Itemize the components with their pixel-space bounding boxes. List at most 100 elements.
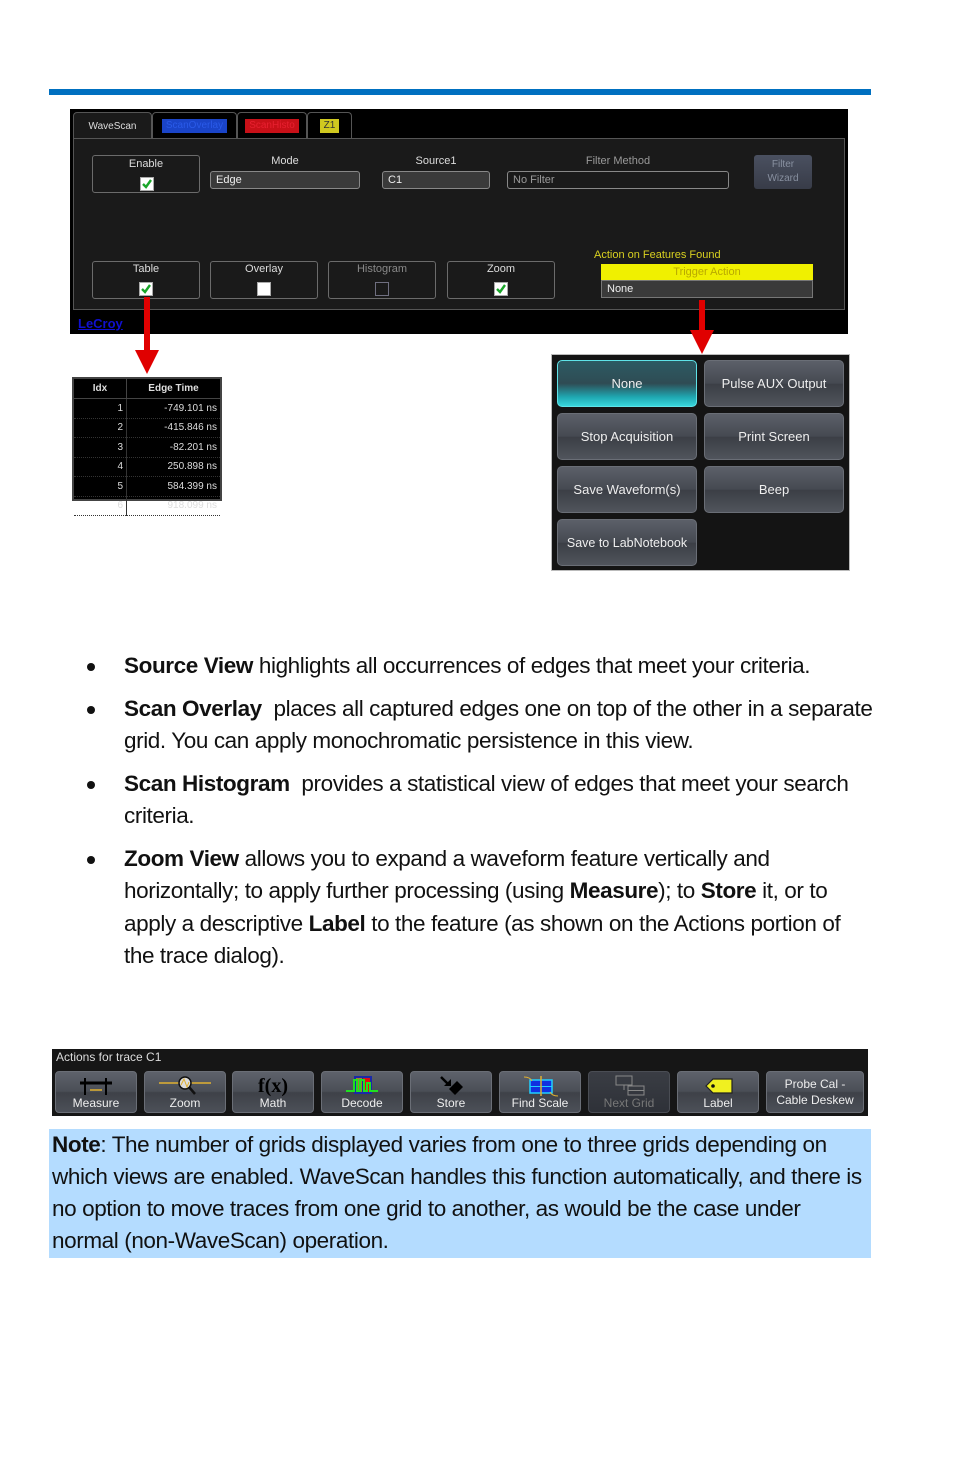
enable-checkbox-group[interactable]: Enable [92, 155, 200, 193]
filter-method-select[interactable]: No Filter [507, 171, 729, 189]
button-label: Math [259, 1096, 287, 1110]
cell-edge-time: 584.399 ns [126, 476, 220, 497]
bullet-icon [87, 663, 95, 671]
label-icon [705, 1078, 733, 1094]
button-label: None [611, 376, 643, 391]
table-row: 1 -749.101 ns [74, 398, 220, 419]
check-icon [496, 284, 506, 294]
filter-wizard-button[interactable]: Filter Wizard [754, 155, 812, 189]
decode-icon [346, 1076, 378, 1094]
button-label: Store [436, 1096, 466, 1110]
tab-scan-overlay[interactable]: ScanOverlay [152, 112, 237, 139]
cell-edge-time: 918.099 ns [126, 496, 220, 516]
arrow-head-icon [135, 350, 159, 374]
mode-label: Mode [271, 155, 299, 167]
store-icon [440, 1076, 463, 1095]
action-beep-button[interactable]: Beep [704, 466, 844, 513]
bullet-term: Zoom View [124, 845, 239, 871]
bullet-term: Source View [124, 653, 253, 678]
button-label: Print Screen [738, 429, 810, 444]
trigger-action-header: Trigger Action [601, 264, 813, 280]
action-pulse-aux-button[interactable]: Pulse AUX Output [704, 360, 844, 407]
dialog-body: Enable Mode Edge Source1 C1 Filter Metho… [73, 138, 845, 310]
button-label-line2: Cable Deskew [776, 1093, 854, 1107]
zoom-view-toggle[interactable]: Zoom [447, 261, 555, 299]
zoom-checkbox[interactable] [494, 282, 508, 296]
overlay-checkbox[interactable] [257, 282, 271, 296]
action-save-waveforms-button[interactable]: Save Waveform(s) [557, 466, 697, 513]
overlay-label: Overlay [245, 263, 283, 275]
filter-wizard-line2: Wizard [767, 173, 799, 184]
column-header-edge-time: Edge Time [126, 379, 220, 399]
tab-label: Z1 [319, 119, 340, 133]
table-checkbox[interactable] [139, 282, 153, 296]
next-grid-button[interactable]: Next Grid [588, 1071, 670, 1113]
note-box: Note: The number of grids displayed vari… [49, 1129, 871, 1258]
overlay-view-toggle[interactable]: Overlay [210, 261, 318, 299]
tab-scan-histo[interactable]: ScanHisto [237, 112, 307, 139]
list-item: Scan Overlay places all captured edges o… [85, 693, 875, 758]
label-button[interactable]: Label [677, 1071, 759, 1113]
bullet-emphasis: Store [700, 878, 757, 903]
action-stop-acquisition-button[interactable]: Stop Acquisition [557, 413, 697, 460]
table-row: 3 -82.201 ns [74, 437, 220, 458]
table-label: Table [132, 263, 160, 275]
arrow-to-table [144, 297, 150, 354]
button-label: Save to LabNotebook [566, 535, 688, 550]
cell-idx: 4 [74, 457, 127, 477]
action-save-labnotebook-button[interactable]: Save to LabNotebook [557, 519, 697, 566]
button-label-line1: Probe Cal - [784, 1077, 846, 1091]
cell-idx: 3 [74, 437, 127, 458]
note-term: Note [52, 1132, 101, 1157]
button-label: Stop Acquisition [580, 429, 674, 444]
mode-select[interactable]: Edge [210, 171, 360, 189]
action-none-button[interactable]: None [557, 360, 697, 407]
bullet-icon [87, 780, 95, 789]
arrow-head-icon [690, 330, 714, 354]
button-label: Beep [758, 482, 790, 497]
tab-z1[interactable]: Z1 [307, 112, 352, 139]
button-label: Decode [341, 1096, 383, 1110]
list-item: Scan Histogram provides a statistical vi… [85, 768, 875, 833]
bullet-text: highlights all occurrences of edges that… [253, 653, 811, 678]
table-row: 4 250.898 ns [74, 457, 220, 477]
bullet-term: Scan Overlay [124, 695, 262, 721]
source1-select[interactable]: C1 [382, 171, 490, 189]
tab-label: ScanOverlay [161, 119, 228, 133]
check-icon [141, 284, 151, 294]
button-label: Measure [72, 1096, 120, 1110]
zoom-button[interactable]: Zoom [144, 1071, 226, 1113]
table-row: 2 -415.846 ns [74, 418, 220, 438]
find-scale-button[interactable]: Find Scale [499, 1071, 581, 1113]
measure-button[interactable]: Measure [55, 1071, 137, 1113]
decode-button[interactable]: Decode [321, 1071, 403, 1113]
wavescan-dialog: WaveScan ScanOverlay ScanHisto Z1 Enable… [70, 109, 848, 334]
bullet-emphasis: Measure [569, 878, 659, 903]
math-button[interactable]: f(x) Math [232, 1071, 314, 1113]
enable-label: Enable [128, 158, 164, 170]
table-view-toggle[interactable]: Table [92, 261, 200, 299]
enable-checkbox[interactable] [140, 177, 154, 191]
button-label: Pulse AUX Output [721, 376, 827, 391]
histogram-view-toggle[interactable]: Histogram [328, 261, 436, 299]
button-label: Label [703, 1096, 733, 1110]
measure-icon [80, 1078, 112, 1095]
column-header-idx: Idx [74, 379, 127, 399]
cell-edge-time: 250.898 ns [126, 457, 220, 477]
math-icon: f(x) [258, 1075, 288, 1097]
button-label: Next Grid [603, 1096, 655, 1110]
histogram-checkbox[interactable] [375, 282, 389, 296]
cell-idx: 1 [74, 398, 127, 419]
action-print-screen-button[interactable]: Print Screen [704, 413, 844, 460]
note-text: : The number of grids displayed varies f… [52, 1132, 862, 1253]
tab-wavescan[interactable]: WaveScan [73, 112, 152, 140]
next-grid-icon [615, 1075, 645, 1096]
tab-label: ScanHisto [245, 119, 299, 133]
bullet-emphasis: Label [308, 910, 366, 936]
store-button[interactable]: Store [410, 1071, 492, 1113]
filter-wizard-line1: Filter [771, 159, 795, 170]
action-on-features-label: Action on Features Found [594, 249, 721, 261]
cell-edge-time: -415.846 ns [126, 418, 220, 438]
trigger-action-select[interactable]: None [601, 280, 813, 298]
probe-cal-cable-deskew-button[interactable]: Probe Cal - Cable Deskew [766, 1071, 864, 1113]
